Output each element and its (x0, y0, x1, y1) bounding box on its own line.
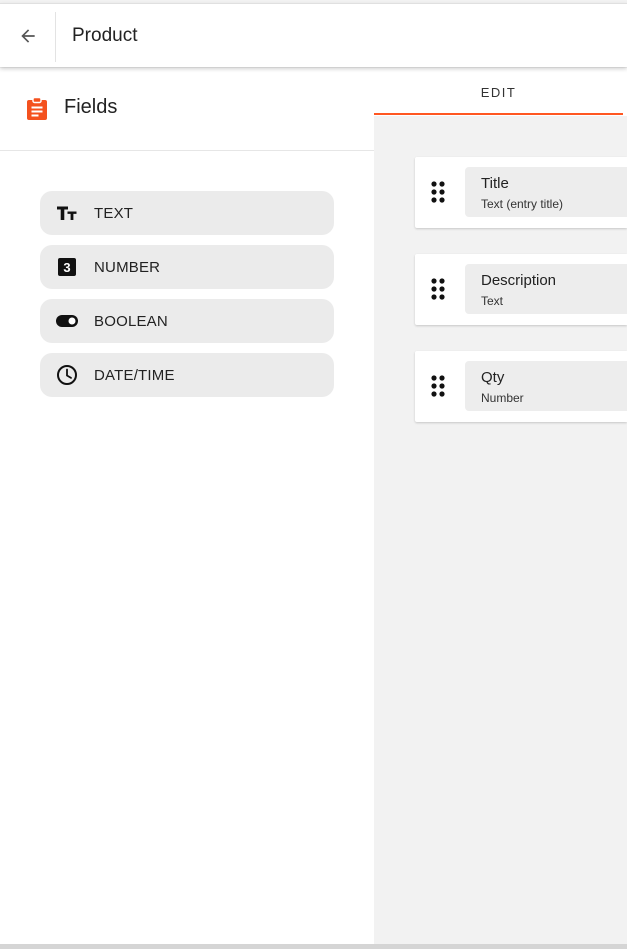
field-type-label: DATE/TIME (94, 366, 175, 384)
bottom-edge (0, 944, 627, 949)
number-three-box-icon: 3 (40, 245, 94, 289)
field-type-label: TEXT (94, 204, 134, 222)
field-name: Title (481, 175, 509, 192)
field-type-description: Number (481, 391, 524, 405)
drag-handle-icon[interactable] (427, 177, 451, 207)
arrow-left-icon (20, 29, 35, 43)
field-item[interactable]: Description Text (465, 264, 627, 314)
top-app-bar: Product (0, 3, 627, 67)
fields-title: Fields (64, 96, 118, 118)
field-type-description: Text (entry title) (481, 197, 564, 211)
field-card-title: Title Text (entry title) (415, 157, 627, 228)
field-type-datetime-button[interactable]: DATE/TIME (40, 353, 334, 397)
field-type-text-button[interactable]: TEXT (40, 191, 334, 235)
editor-panel: EDIT Title Text (entry title) Descriptio… (374, 68, 627, 944)
active-tab-indicator (374, 113, 623, 115)
fields-header: Fields (0, 68, 374, 151)
fields-panel: Fields TEXT 3 NUMBER BOOLEAN DATE/TIME (0, 68, 374, 944)
field-type-label: NUMBER (94, 258, 161, 276)
editor-tabs: EDIT (374, 68, 627, 116)
svg-text:3: 3 (63, 260, 70, 275)
field-type-boolean-button[interactable]: BOOLEAN (40, 299, 334, 343)
field-name: Description (481, 272, 557, 289)
tab-edit[interactable]: EDIT (374, 68, 623, 116)
field-type-label: BOOLEAN (94, 312, 168, 330)
field-item[interactable]: Qty Number (465, 361, 627, 411)
field-type-description: Text (481, 294, 504, 308)
field-card-description: Description Text (415, 254, 627, 325)
toolbar-divider (55, 12, 56, 62)
clock-icon (40, 353, 94, 397)
back-button[interactable] (0, 4, 55, 68)
field-name: Qty (481, 369, 505, 386)
drag-handle-icon[interactable] (427, 371, 451, 401)
field-type-number-button[interactable]: 3 NUMBER (40, 245, 334, 289)
field-card-qty: Qty Number (415, 351, 627, 422)
field-item[interactable]: Title Text (entry title) (465, 167, 627, 217)
toggle-icon (40, 299, 94, 343)
drag-handle-icon[interactable] (427, 274, 451, 304)
page-title: Product (72, 25, 138, 46)
clipboard-icon (27, 97, 47, 120)
text-fields-icon (40, 191, 94, 235)
